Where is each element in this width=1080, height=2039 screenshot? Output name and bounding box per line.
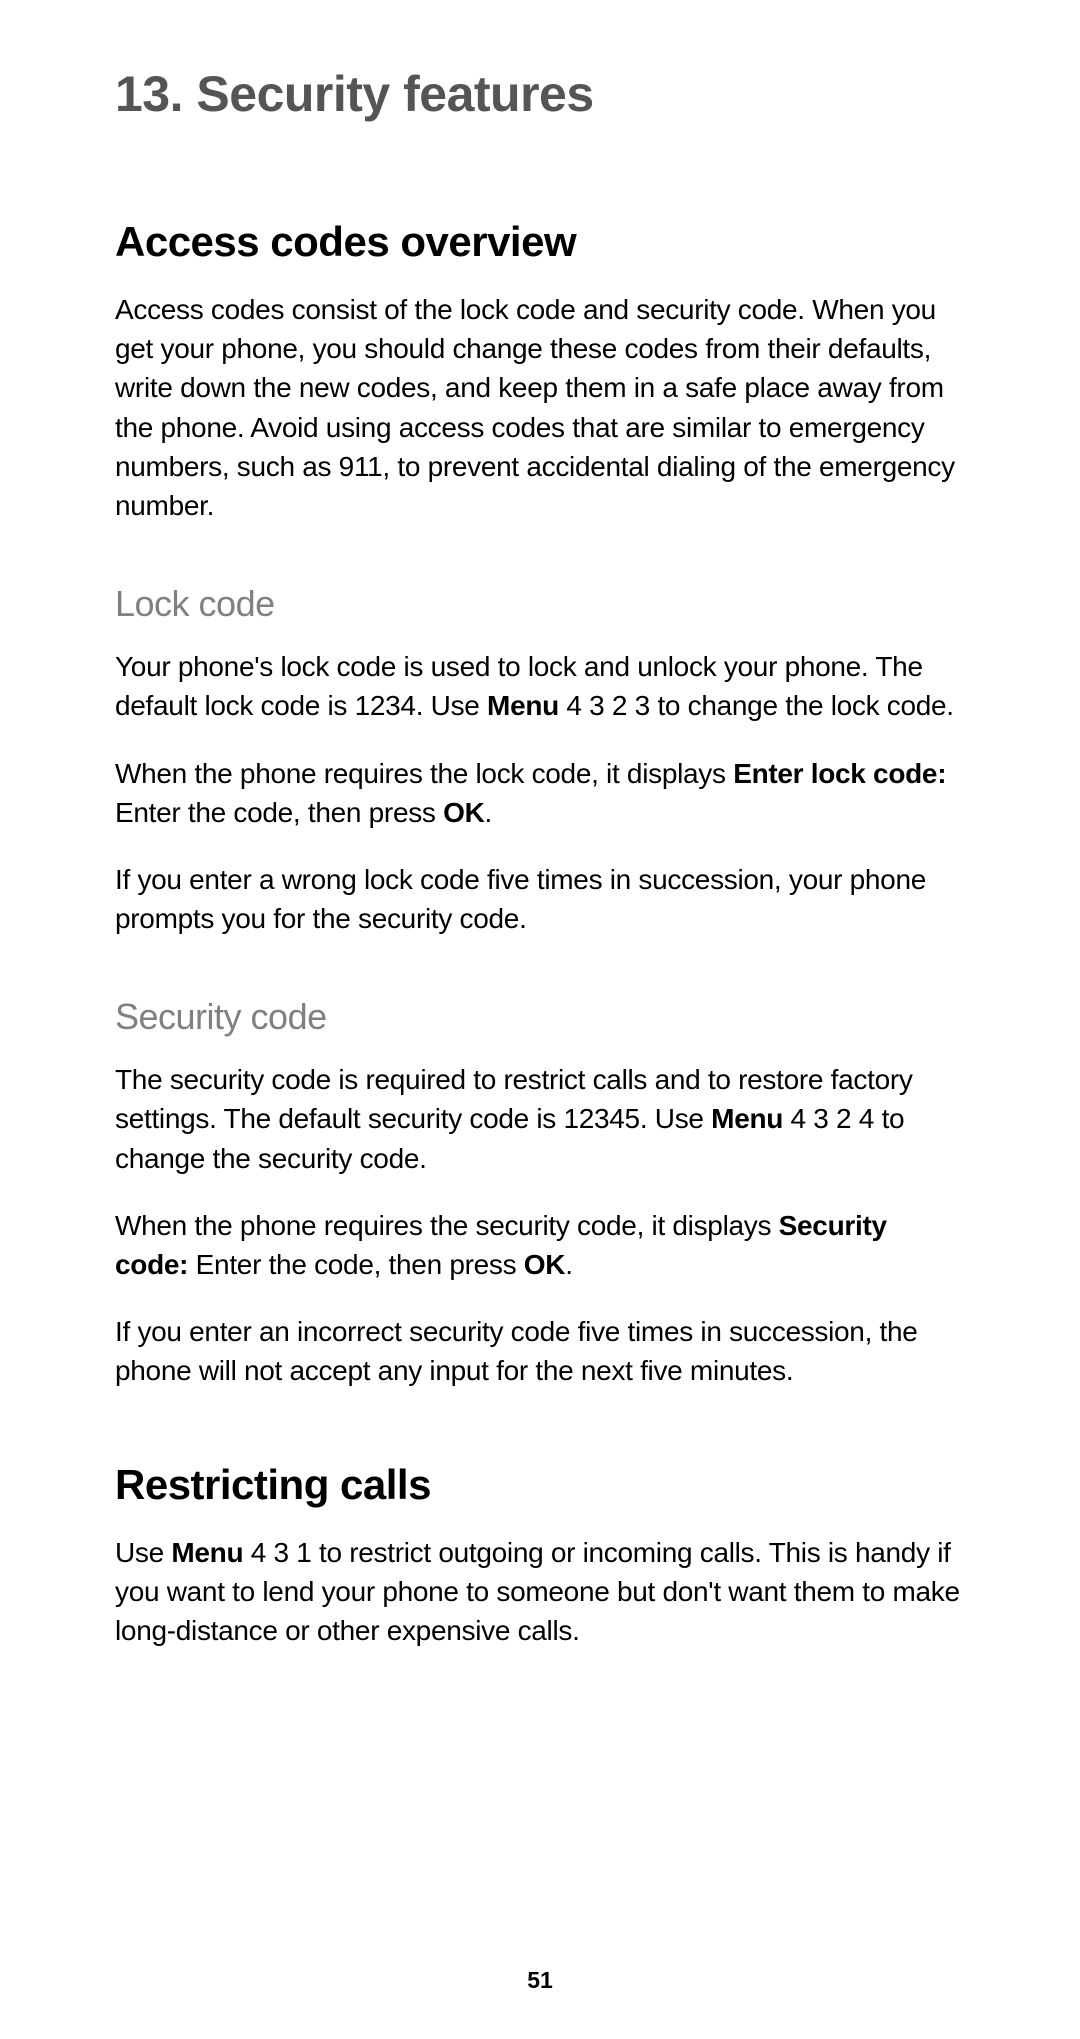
chapter-title: 13. Security features xyxy=(115,65,965,123)
chapter-title-text: Security features xyxy=(196,66,593,122)
text-run: Enter the code, then press xyxy=(115,797,443,828)
bold-ok: OK xyxy=(524,1249,565,1280)
text-run: 4 3 2 3 to change the lock code. xyxy=(559,690,954,721)
section-title-restricting-calls: Restricting calls xyxy=(115,1461,965,1509)
text-run: Enter the code, then press xyxy=(188,1249,524,1280)
lock-code-para-2: When the phone requires the lock code, i… xyxy=(115,754,965,832)
text-run: When the phone requires the security cod… xyxy=(115,1210,779,1241)
lock-code-para-1: Your phone's lock code is used to lock a… xyxy=(115,647,965,725)
restricting-para-1: Use Menu 4 3 1 to restrict outgoing or i… xyxy=(115,1533,965,1651)
text-run: When the phone requires the lock code, i… xyxy=(115,758,733,789)
text-run: . xyxy=(565,1249,572,1280)
bold-menu: Menu xyxy=(171,1537,243,1568)
security-code-para-2: When the phone requires the security cod… xyxy=(115,1206,965,1284)
page-number: 51 xyxy=(0,1967,1080,1994)
lock-code-para-3: If you enter a wrong lock code five time… xyxy=(115,860,965,938)
text-run: . xyxy=(485,797,492,828)
document-page: 13. Security features Access codes overv… xyxy=(0,0,1080,2039)
security-code-para-1: The security code is required to restric… xyxy=(115,1060,965,1178)
text-run: Use xyxy=(115,1537,171,1568)
bold-menu: Menu xyxy=(711,1103,783,1134)
subsection-title-security-code: Security code xyxy=(115,996,965,1038)
access-codes-intro: Access codes consist of the lock code an… xyxy=(115,290,965,525)
bold-menu: Menu xyxy=(487,690,559,721)
security-code-para-3: If you enter an incorrect security code … xyxy=(115,1312,965,1390)
subsection-title-lock-code: Lock code xyxy=(115,583,965,625)
section-title-access-codes: Access codes overview xyxy=(115,218,965,266)
bold-ok: OK xyxy=(443,797,484,828)
chapter-number: 13. xyxy=(115,66,183,122)
bold-enter-lock-code: Enter lock code: xyxy=(733,758,946,789)
